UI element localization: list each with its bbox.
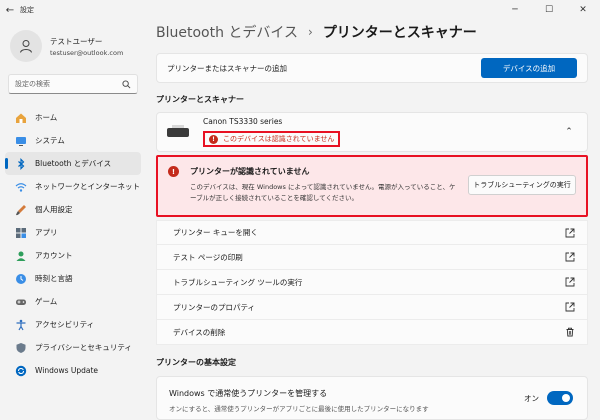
open-external-icon [565, 228, 575, 237]
window-controls: ─ ☐ ✕ [498, 0, 600, 20]
printer-header[interactable]: Canon TS3330 series ! このデバイスは認識されていません ⌃ [156, 112, 588, 152]
error-icon: ! [209, 134, 218, 144]
open-external-icon [565, 252, 575, 262]
sidebar-item-label: Windows Update [35, 366, 99, 375]
avatar [10, 30, 42, 62]
action-label: テスト ページの印刷 [173, 252, 243, 262]
action-print-test-page[interactable]: テスト ページの印刷 [156, 245, 588, 270]
sidebar-item-label: ホーム [35, 113, 58, 122]
sidebar-item-windows-update[interactable]: Windows Update [5, 359, 141, 382]
sidebar-item-apps[interactable]: アプリ [5, 221, 141, 244]
home-icon [14, 111, 27, 124]
sidebar-item-label: 時刻と言語 [35, 274, 73, 283]
printer-name: Canon TS3330 series [203, 116, 283, 126]
window-title: 設定 [20, 6, 34, 14]
add-device-button[interactable]: デバイスの追加 [481, 58, 577, 78]
printer-status: ! このデバイスは認識されていません [203, 131, 341, 148]
sidebar-item-time-language[interactable]: 時刻と言語 [5, 267, 141, 290]
sidebar-item-bluetooth[interactable]: Bluetooth とデバイス [5, 152, 141, 175]
chevron-up-icon[interactable]: ⌃ [561, 127, 577, 137]
sidebar-item-home[interactable]: ホーム [5, 106, 141, 129]
setting-description: オンにすると、通常使うプリンターがアプリごとに最後に使用したプリンターになります [169, 405, 429, 413]
brush-icon [14, 203, 27, 216]
open-external-icon [565, 277, 575, 287]
action-printer-properties[interactable]: プリンターのプロパティ [156, 295, 588, 320]
sidebar-item-label: ゲーム [35, 297, 58, 306]
sidebar-item-personalization[interactable]: 個人用設定 [5, 198, 141, 221]
wifi-icon [14, 180, 27, 193]
printer-status-text: このデバイスは認識されていません [223, 135, 335, 144]
trash-icon [566, 327, 574, 337]
default-printer-toggle[interactable] [547, 391, 573, 405]
apps-icon [14, 226, 27, 239]
sidebar-item-label: Bluetooth とデバイス [35, 159, 112, 168]
account-icon [14, 249, 27, 262]
sidebar-item-label: アプリ [35, 228, 58, 237]
sidebar-item-label: アカウント [35, 251, 73, 260]
sidebar: テストユーザー testuser@outlook.com 設定の検索 ホーム シ… [0, 20, 146, 420]
action-remove-device[interactable]: デバイスの削除 [156, 320, 588, 345]
run-troubleshooter-button[interactable]: トラブルシューティングの実行 [468, 175, 576, 195]
search-icon [122, 79, 131, 88]
toggle-state-label: オン [524, 394, 539, 403]
title-bar: ← 設定 ─ ☐ ✕ [0, 0, 600, 20]
main-content: Bluetooth とデバイス › プリンターとスキャナー プリンターまたはスキ… [146, 20, 600, 420]
printer-actions: プリンター キューを開く テスト ページの印刷 トラブルシューティング ツールの… [156, 220, 588, 345]
sidebar-item-accessibility[interactable]: アクセシビリティ [5, 313, 141, 336]
sidebar-item-label: システム [35, 136, 65, 145]
action-label: プリンターのプロパティ [173, 302, 256, 312]
minimize-icon[interactable]: ─ [498, 0, 532, 20]
add-device-card: プリンターまたはスキャナーの追加 デバイスの追加 [156, 53, 588, 83]
gaming-icon [14, 295, 27, 308]
error-alert: ! プリンターが認識されていません このデバイスは、現在 Windows によっ… [156, 155, 588, 217]
sidebar-item-label: 個人用設定 [35, 205, 73, 214]
close-icon[interactable]: ✕ [566, 0, 600, 20]
breadcrumb-parent[interactable]: Bluetooth とデバイス [156, 22, 298, 42]
action-label: デバイスの削除 [173, 327, 226, 337]
toggle-knob [562, 394, 570, 402]
system-icon [14, 134, 27, 147]
back-arrow-icon[interactable]: ← [0, 5, 20, 16]
sidebar-item-accounts[interactable]: アカウント [5, 244, 141, 267]
sidebar-item-gaming[interactable]: ゲーム [5, 290, 141, 313]
search-placeholder: 設定の検索 [15, 80, 50, 88]
profile-name: テストユーザー [50, 36, 103, 46]
default-printer-setting: Windows で通常使うプリンターを管理する オンにすると、通常使うプリンター… [156, 376, 588, 420]
accessibility-icon [14, 318, 27, 331]
sidebar-item-label: アクセシビリティ [35, 320, 95, 329]
person-icon [20, 40, 32, 53]
profile-email: testuser@outlook.com [50, 48, 124, 57]
breadcrumb: Bluetooth とデバイス › プリンターとスキャナー [156, 20, 477, 44]
breadcrumb-separator-icon: › [308, 25, 313, 39]
sidebar-item-label: プライバシーとセキュリティ [35, 343, 132, 352]
prefs-section-title: プリンターの基本設定 [156, 358, 236, 367]
sidebar-nav: ホーム システム Bluetooth とデバイス ネットワークとインターネット … [5, 106, 141, 382]
maximize-icon[interactable]: ☐ [532, 0, 566, 20]
sidebar-item-network[interactable]: ネットワークとインターネット [5, 175, 141, 198]
search-input[interactable]: 設定の検索 [8, 74, 138, 94]
page-title: プリンターとスキャナー [322, 25, 477, 41]
add-device-label: プリンターまたはスキャナーの追加 [167, 63, 287, 73]
action-label: トラブルシューティング ツールの実行 [173, 277, 303, 287]
sidebar-item-privacy[interactable]: プライバシーとセキュリティ [5, 336, 141, 359]
action-run-troubleshooter[interactable]: トラブルシューティング ツールの実行 [156, 270, 588, 295]
action-label: プリンター キューを開く [173, 228, 258, 237]
time-language-icon [14, 272, 27, 285]
bluetooth-icon [14, 157, 27, 170]
setting-title: Windows で通常使うプリンターを管理する [169, 389, 328, 398]
alert-title: プリンターが認識されていません [190, 167, 310, 176]
error-icon: ! [168, 166, 179, 177]
sidebar-item-label: ネットワークとインターネット [35, 182, 140, 191]
printer-icon [167, 125, 189, 139]
windows-update-icon [14, 364, 27, 377]
shield-icon [14, 341, 27, 354]
sidebar-item-system[interactable]: システム [5, 129, 141, 152]
alert-description: このデバイスは、現在 Windows によって認識されていません。電源が入ってい… [190, 183, 456, 202]
printers-section-title: プリンターとスキャナー [156, 95, 244, 104]
open-external-icon [565, 302, 575, 312]
action-open-queue[interactable]: プリンター キューを開く [156, 220, 588, 245]
user-profile[interactable]: テストユーザー testuser@outlook.com [10, 30, 123, 62]
